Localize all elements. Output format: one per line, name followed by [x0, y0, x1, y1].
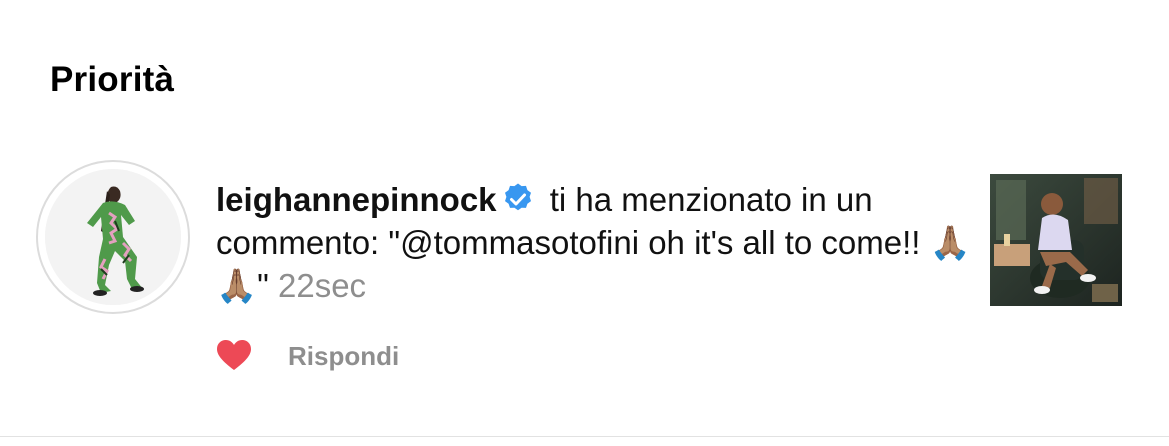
notification-actions: Rispondi	[216, 336, 399, 376]
notification-item[interactable]: leighannepinnock ti ha menzionato in un …	[0, 160, 1169, 400]
notification-text: leighannepinnock ti ha menzionato in un …	[216, 178, 976, 307]
post-thumbnail[interactable]	[990, 174, 1122, 306]
avatar[interactable]	[36, 160, 190, 314]
divider	[0, 436, 1169, 437]
heart-icon[interactable]	[216, 339, 252, 373]
avatar-image	[45, 169, 181, 305]
section-title: Priorità	[50, 60, 175, 99]
timestamp: 22sec	[277, 267, 367, 304]
username-link[interactable]: leighannepinnock	[216, 181, 497, 218]
verified-badge-icon	[501, 182, 535, 216]
reply-button[interactable]: Rispondi	[288, 341, 399, 372]
